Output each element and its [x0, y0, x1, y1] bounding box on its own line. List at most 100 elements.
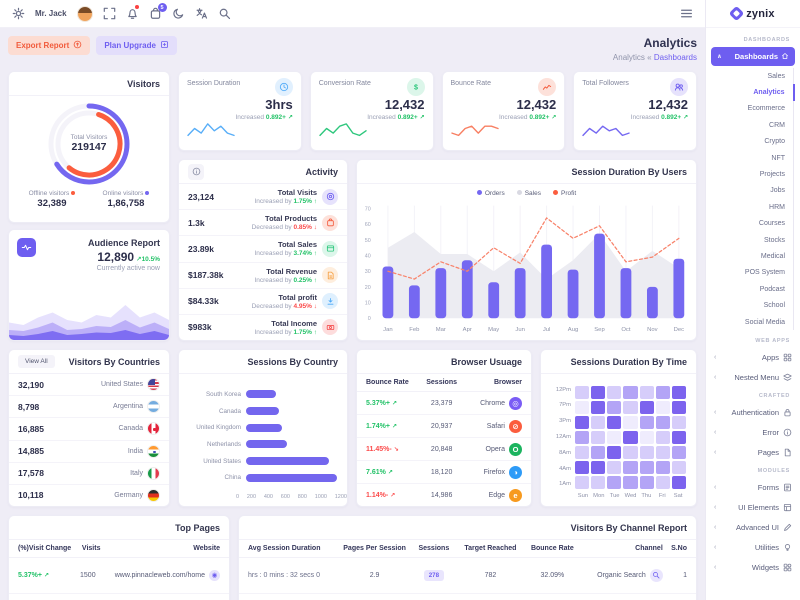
x-axis-ticks: 020040060080010001200	[236, 490, 347, 506]
activity-value: 23.89k	[188, 244, 214, 254]
serial-number: 1	[663, 572, 687, 579]
sidebar-item-courses[interactable]: Courses	[706, 216, 785, 232]
activity-info-icon[interactable]	[188, 164, 204, 180]
pulse-icon[interactable]	[17, 238, 36, 257]
chevron-left-icon: ‹	[714, 484, 716, 491]
sidebar-item-authentication[interactable]: ‹Authentication	[706, 402, 800, 422]
notifications-bell-icon[interactable]	[126, 7, 139, 20]
channel-row: hrs : 2 mins : 45 secs 01.578288239.58%D…	[239, 594, 696, 600]
heatmap-row-label: 4Am	[551, 466, 571, 472]
chart-icon	[538, 78, 556, 96]
sidebar-item-forms[interactable]: ‹Forms	[706, 477, 800, 497]
sidebar-item-projects[interactable]: Projects	[706, 166, 785, 182]
visitors-card: Visitors Total Visitors 219147 Offline v…	[8, 71, 170, 223]
svg-text:Aug: Aug	[568, 327, 578, 333]
website-url[interactable]: www.pinnacleweb.com/home	[115, 572, 205, 579]
dark-mode-moon-icon[interactable]	[172, 7, 185, 20]
sidebar-item-error[interactable]: ‹Error	[706, 422, 800, 442]
fullscreen-icon[interactable]	[103, 7, 116, 20]
plan-upgrade-button[interactable]: Plan Upgrade	[96, 36, 177, 55]
chevron-left-icon: ‹	[714, 354, 716, 361]
orders-bar	[568, 270, 579, 319]
sidebar-item-pos-system[interactable]: POS System	[706, 265, 785, 281]
browser-row: 7.61% ↗18,120Firefox◑	[357, 461, 531, 484]
svg-text:0: 0	[368, 316, 371, 322]
export-report-button[interactable]: Export Report	[8, 36, 90, 55]
audience-area-chart	[9, 290, 169, 340]
activity-row: $187.38kTotal RevenueIncreased by 0.25% …	[179, 263, 347, 289]
sidebar-item-nested-menu[interactable]: ‹Nested Menu	[706, 367, 800, 387]
sidebar-item-nft[interactable]: NFT	[706, 150, 785, 166]
visit-change: 5.37%+ ↗	[18, 572, 80, 579]
sidebar-item-stocks[interactable]: Stocks	[706, 232, 785, 248]
stat-title: Session Duration	[187, 78, 240, 87]
legend-item-orders[interactable]: Orders	[477, 190, 505, 197]
stat-change: Increased 0.892+ ↗	[319, 114, 425, 121]
svg-text:Jul: Jul	[543, 327, 551, 333]
hamburger-menu-icon[interactable]	[680, 7, 693, 20]
activity-label: Total Income	[254, 319, 317, 328]
sidebar-item-utilities[interactable]: ‹Utilities	[706, 537, 800, 557]
country-bar-row: United States	[189, 453, 337, 470]
heatmap-cell	[640, 461, 654, 474]
legend-item-sales[interactable]: Sales	[517, 190, 541, 197]
avatar[interactable]	[77, 6, 93, 22]
sidebar-item-widgets[interactable]: ‹Widgets	[706, 557, 800, 577]
sidebar-item-ecommerce[interactable]: Ecommerce	[706, 101, 785, 117]
activity-row: $983kTotal IncomeIncreased by 1.75% ↑	[179, 315, 347, 340]
sidebar-item-crypto[interactable]: Crypto	[706, 134, 785, 150]
cart-bag-icon[interactable]: 5	[149, 7, 162, 20]
sidebar-item-dashboards[interactable]: ∧ Dashboards	[711, 47, 795, 66]
heatmap-cell	[575, 416, 589, 429]
breadcrumb-parent[interactable]: Analytics	[613, 53, 645, 62]
svg-text:Oct: Oct	[621, 327, 631, 333]
country-bar	[246, 407, 279, 415]
sidebar-item-ui-elements[interactable]: ‹UI Elements	[706, 497, 800, 517]
sidebar-item-pages[interactable]: ‹Pages	[706, 442, 800, 462]
sidebar-item-analytics[interactable]: Analytics	[706, 84, 795, 100]
bar-label: Netherlands	[189, 441, 241, 448]
activity-row: 1.3kTotal ProductsDecreased by 0.85% ↓	[179, 210, 347, 236]
top-pages-title: Top Pages	[9, 516, 229, 540]
heatmap-cell	[575, 476, 589, 489]
sidebar-item-sales[interactable]: Sales	[706, 68, 785, 84]
heatmap-cell	[672, 431, 686, 444]
activity-info-icon	[192, 167, 201, 176]
sidebar-item-social-media[interactable]: Social Media	[706, 314, 785, 330]
activity-title: Activity	[305, 167, 338, 177]
export-icon	[73, 40, 82, 49]
chevron-left-icon: ‹	[714, 409, 716, 416]
activity-row: 23,124Total VisitsIncreased by 1.75% ↑	[179, 184, 347, 210]
sidebar-item-school[interactable]: School	[706, 297, 785, 313]
sidebar-item-podcast[interactable]: Podcast	[706, 281, 785, 297]
bulb-icon	[783, 543, 792, 552]
breadcrumb-current[interactable]: Dashboards	[654, 53, 697, 62]
download-icon	[326, 297, 335, 306]
browser-usage-title: Browser Usuage	[357, 350, 531, 374]
legend-item-profit[interactable]: Profit	[553, 190, 576, 197]
sessions-value: 18,120	[418, 469, 465, 476]
layers-icon	[783, 373, 792, 382]
sidebar-item-hrm[interactable]: HRM	[706, 199, 785, 215]
language-icon[interactable]	[195, 7, 208, 20]
sidebar-item-crm[interactable]: CRM	[706, 117, 785, 133]
target-icon	[322, 189, 338, 205]
session-duration-chart: 010203040506070JanFebMarAprMayJunJulAugS…	[357, 197, 696, 339]
country-bar-row: China	[189, 469, 337, 486]
section-modules: MODULES	[706, 462, 800, 477]
search-icon[interactable]	[218, 7, 231, 20]
orders-bar	[462, 260, 473, 318]
sidebar-item-medical[interactable]: Medical	[706, 248, 785, 264]
browser-row: 1.14%- ↗14,986Edgee	[357, 484, 531, 506]
app-logo[interactable]: zynix	[706, 0, 800, 28]
heatmap-col-labels: SunMonTueWedThuFriSat	[575, 493, 686, 499]
sidebar-item-jobs[interactable]: Jobs	[706, 183, 785, 199]
heatmap-cell	[672, 461, 686, 474]
sidebar-item-apps[interactable]: ‹Apps	[706, 347, 800, 367]
view-all-button[interactable]: View All	[18, 355, 55, 368]
settings-gear-icon[interactable]	[12, 7, 25, 20]
visits-value: 1500	[80, 572, 115, 579]
sidebar-item-advanced-ui[interactable]: ‹Advanced UI	[706, 517, 800, 537]
clock-icon	[275, 78, 293, 96]
search-icon	[652, 571, 660, 579]
